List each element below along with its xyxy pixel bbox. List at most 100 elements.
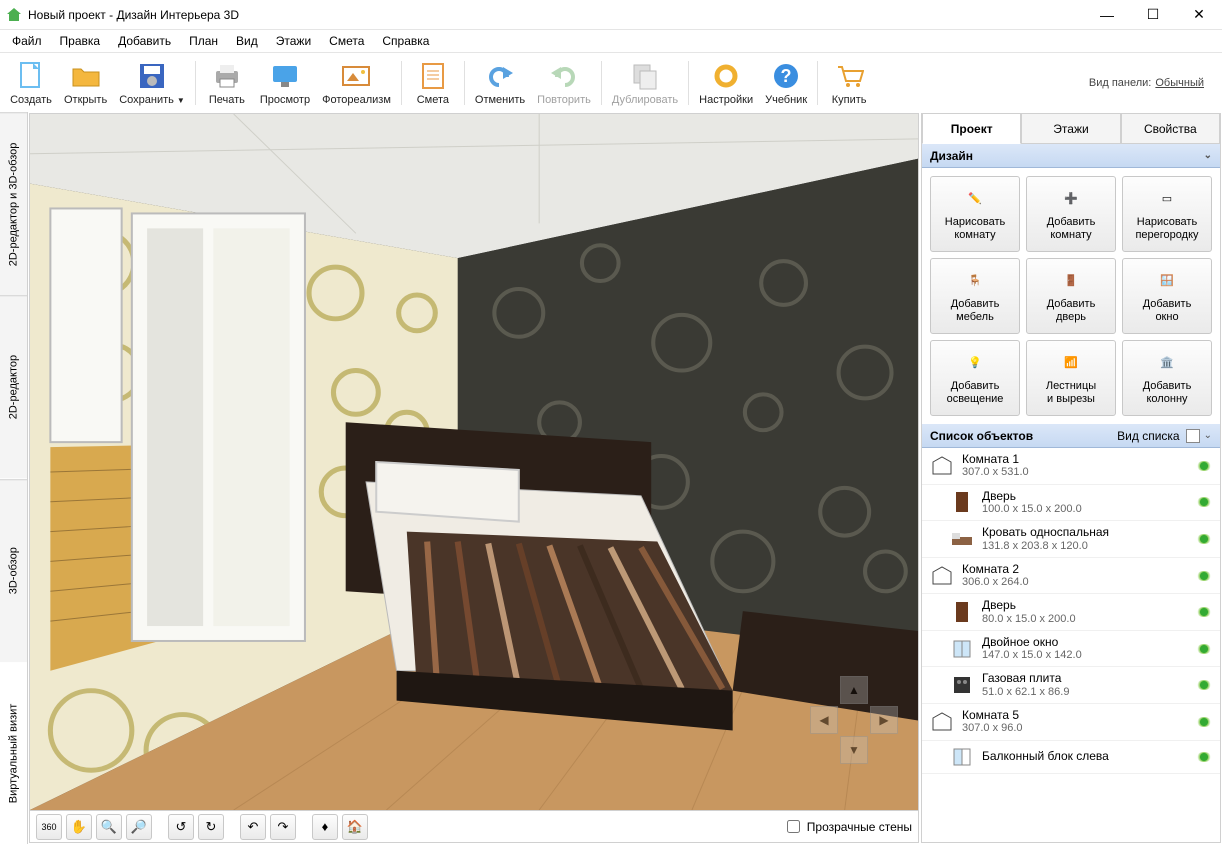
visibility-eye-icon[interactable] [1196,607,1212,617]
rtab-этажи[interactable]: Этажи [1021,114,1120,144]
design-btn-2[interactable]: ▭Нарисоватьперегородку [1122,176,1212,252]
design-icon: 🪑 [959,268,991,294]
rtab-свойства[interactable]: Свойства [1121,114,1220,144]
panel-view-switcher[interactable]: Вид панели: Обычный [1089,77,1218,89]
save-icon [136,60,168,92]
design-icon: ➕ [1055,186,1087,212]
navigation-pad[interactable]: ▲ ◀ ▶ ▼ [810,676,898,764]
minimize-button[interactable]: — [1084,0,1130,30]
design-btn-1[interactable]: ➕Добавитькомнату [1026,176,1116,252]
toolbar-dup-button: Дублировать [606,54,684,112]
menu-bar: ФайлПравкаДобавитьПланВидЭтажиСметаСправ… [0,30,1222,52]
design-icon: ▭ [1151,186,1183,212]
home-button[interactable]: 🏠 [342,814,368,840]
eye-left-button[interactable]: ↶ [240,814,266,840]
design-btn-6[interactable]: 💡Добавитьосвещение [930,340,1020,416]
eye-right-button[interactable]: ↷ [270,814,296,840]
view-list-link[interactable]: Вид списка [1117,429,1179,443]
design-btn-8[interactable]: 🏛️Добавитьколонну [1122,340,1212,416]
toolbar-monitor-button[interactable]: Просмотр [254,54,316,112]
cart-icon [833,60,865,92]
menu-добавить[interactable]: Добавить [110,32,179,50]
view-360-button[interactable]: 360 [36,814,62,840]
rpanel-tabs: ПроектЭтажиСвойства [922,114,1220,144]
right-panel: ПроектЭтажиСвойства Дизайн ⌄ ✏️Нарисоват… [921,113,1221,843]
list-mode-icon[interactable] [1186,429,1200,443]
object-row[interactable]: Кровать односпальная131.8 x 203.8 x 120.… [922,521,1220,558]
orbit-left-button[interactable]: ↺ [168,814,194,840]
object-row[interactable]: Комната 1307.0 x 531.0 [922,448,1220,485]
collapse-icon[interactable]: ⌄ [1204,430,1212,441]
visibility-eye-icon[interactable] [1196,571,1212,581]
toolbar-undo-button[interactable]: Отменить [469,54,531,112]
vtab-2[interactable]: 3D-обзор [0,479,27,662]
redo-icon [548,60,580,92]
nav-up[interactable]: ▲ [840,676,868,704]
toolbar-photo-button[interactable]: Фотореализм [316,54,397,112]
transparent-walls-toggle[interactable]: Прозрачные стены [783,817,912,836]
vtab-3[interactable]: Виртуальный визит [0,662,27,844]
visibility-eye-icon[interactable] [1196,497,1212,507]
orbit-right-button[interactable]: ↻ [198,814,224,840]
zoom-in-button[interactable]: 🔎 [126,814,152,840]
collapse-icon[interactable]: ⌄ [1204,150,1212,161]
vtab-1[interactable]: 2D-редактор [0,295,27,478]
close-button[interactable]: ✕ [1176,0,1222,30]
main-toolbar: СоздатьОткрытьСохранить ▼ПечатьПросмотрФ… [0,52,1222,112]
transparent-walls-checkbox[interactable] [787,820,800,833]
menu-смета[interactable]: Смета [321,32,372,50]
visibility-eye-icon[interactable] [1196,644,1212,654]
svg-text:?: ? [781,66,792,86]
dup-icon [629,60,661,92]
app-icon [6,7,22,23]
room-icon [930,710,954,734]
menu-план[interactable]: План [181,32,226,50]
menu-справка[interactable]: Справка [374,32,437,50]
nav-right[interactable]: ▶ [870,706,898,734]
object-row[interactable]: Комната 5307.0 x 96.0 [922,704,1220,741]
design-btn-0[interactable]: ✏️Нарисоватькомнату [930,176,1020,252]
vtab-0[interactable]: 2D-редактор и 3D-обзор [0,112,27,295]
object-row[interactable]: Дверь80.0 x 15.0 x 200.0 [922,594,1220,631]
menu-файл[interactable]: Файл [4,32,50,50]
visibility-eye-icon[interactable] [1196,680,1212,690]
print-icon [211,60,243,92]
3d-viewport[interactable]: ▲ ◀ ▶ ▼ [30,114,918,810]
object-row[interactable]: Комната 2306.0 x 264.0 [922,558,1220,595]
toolbar-gear-button[interactable]: Настройки [693,54,759,112]
help-icon: ? [770,60,802,92]
toolbar-folder-button[interactable]: Открыть [58,54,113,112]
object-row[interactable]: Газовая плита51.0 x 62.1 x 86.9 [922,667,1220,704]
reset-button[interactable]: ♦ [312,814,338,840]
visibility-eye-icon[interactable] [1196,717,1212,727]
object-row[interactable]: Дверь100.0 x 15.0 x 200.0 [922,485,1220,522]
design-btn-3[interactable]: 🪑Добавитьмебель [930,258,1020,334]
toolbar-save-button[interactable]: Сохранить ▼ [113,54,191,112]
objects-header: Список объектов Вид списка ⌄ [922,424,1220,448]
visibility-eye-icon[interactable] [1196,461,1212,471]
rtab-проект[interactable]: Проект [922,114,1021,144]
nav-left[interactable]: ◀ [810,706,838,734]
pan-button[interactable]: ✋ [66,814,92,840]
toolbar-cart-button[interactable]: Купить [822,54,876,112]
visibility-eye-icon[interactable] [1196,534,1212,544]
menu-вид[interactable]: Вид [228,32,266,50]
design-btn-4[interactable]: 🚪Добавитьдверь [1026,258,1116,334]
toolbar-print-button[interactable]: Печать [200,54,254,112]
design-btn-7[interactable]: 📶Лестницыи вырезы [1026,340,1116,416]
maximize-button[interactable]: ☐ [1130,0,1176,30]
toolbar-notes-button[interactable]: Смета [406,54,460,112]
panel-view-value[interactable]: Обычный [1155,77,1204,89]
photo-icon [340,60,372,92]
visibility-eye-icon[interactable] [1196,752,1212,762]
design-btn-5[interactable]: 🪟Добавитьокно [1122,258,1212,334]
zoom-out-button[interactable]: 🔍 [96,814,122,840]
menu-этажи[interactable]: Этажи [268,32,319,50]
toolbar-doc-button[interactable]: Создать [4,54,58,112]
nav-down[interactable]: ▼ [840,736,868,764]
object-row[interactable]: Двойное окно147.0 x 15.0 x 142.0 [922,631,1220,668]
object-row[interactable]: Балконный блок слева [922,741,1220,774]
menu-правка[interactable]: Правка [52,32,109,50]
viewport-area: ▲ ◀ ▶ ▼ 360 ✋ 🔍 🔎 ↺ ↻ ↶ ↷ ♦ 🏠 Прозрачные… [29,113,919,843]
toolbar-help-button[interactable]: ?Учебник [759,54,813,112]
